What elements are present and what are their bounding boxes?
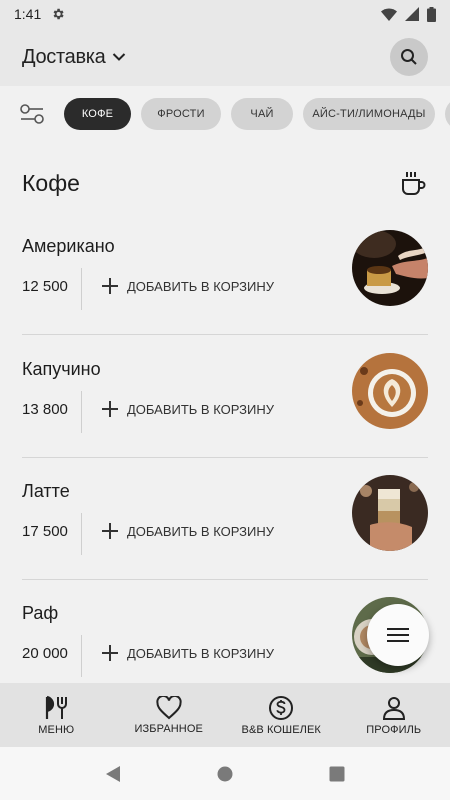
nav-item-menu[interactable]: МЕНЮ [0, 683, 113, 747]
fork-knife-icon [46, 695, 68, 719]
divider [81, 391, 82, 433]
product-image [352, 230, 428, 306]
recents-square-icon[interactable] [329, 766, 345, 782]
nav-item-profile[interactable]: ПРОФИЛЬ [338, 683, 450, 747]
search-button[interactable] [390, 38, 428, 76]
chip-tea[interactable]: ЧАЙ [231, 98, 293, 130]
chevron-down-icon [112, 53, 125, 61]
home-circle-icon[interactable] [217, 766, 233, 782]
product-price: 12 500 [22, 278, 68, 295]
list-divider [22, 334, 428, 335]
back-triangle-icon[interactable] [105, 765, 121, 783]
nav-label: МЕНЮ [38, 723, 75, 736]
product-price: 20 000 [22, 645, 68, 662]
chip-ice-tea-lemonades[interactable]: АЙС-ТИ/ЛИМОНАДЫ [303, 98, 435, 130]
product-image [352, 353, 428, 429]
plus-icon [102, 401, 118, 417]
add-to-cart-label: ДОБАВИТЬ В КОРЗИНУ [127, 645, 274, 661]
add-to-cart-button[interactable]: ДОБАВИТЬ В КОРЗИНУ [102, 645, 274, 661]
plus-icon [102, 523, 118, 539]
add-to-cart-button[interactable]: ДОБАВИТЬ В КОРЗИНУ [102, 401, 274, 417]
plus-icon [102, 278, 118, 294]
add-to-cart-button[interactable]: ДОБАВИТЬ В КОРЗИНУ [102, 523, 274, 539]
chip-coffee[interactable]: КОФЕ [64, 98, 131, 130]
wifi-icon [381, 8, 397, 21]
app-header: Доставка [0, 28, 450, 86]
chip-label: ЧАЙ [250, 108, 274, 120]
chip-partial[interactable] [445, 98, 450, 130]
nav-label: ИЗБРАННОЕ [134, 722, 203, 735]
list-divider [22, 579, 428, 580]
product-item[interactable]: Американо 12 500 ДОБАВИТЬ В КОРЗИНУ [22, 230, 428, 336]
chip-label: АЙС-ТИ/ЛИМОНАДЫ [312, 108, 426, 120]
system-navigation-bar [0, 747, 450, 800]
section-title: Кофе [22, 169, 80, 196]
divider [81, 268, 82, 310]
product-name: Американо [22, 236, 115, 256]
divider [81, 513, 82, 555]
product-item[interactable]: Латте 17 500 ДОБАВИТЬ В КОРЗИНУ [22, 475, 428, 581]
search-icon [401, 49, 417, 65]
delivery-mode-selector[interactable]: Доставка [22, 46, 126, 69]
filter-sliders-icon [20, 104, 44, 124]
chip-label: КОФЕ [81, 108, 114, 120]
settings-gear-icon [53, 8, 64, 20]
product-name: Раф [22, 603, 59, 623]
status-time: 1:41 [14, 6, 42, 22]
chip-frosti[interactable]: ФРОСТИ [141, 98, 221, 130]
person-icon [382, 696, 405, 720]
divider [81, 635, 82, 677]
nav-label: ПРОФИЛЬ [366, 723, 422, 736]
product-name: Капучино [22, 359, 101, 379]
battery-icon [427, 6, 436, 22]
add-to-cart-button[interactable]: ДОБАВИТЬ В КОРЗИНУ [102, 278, 274, 294]
chip-label: ФРОСТИ [157, 108, 205, 120]
list-divider [22, 457, 428, 458]
nav-item-favorites[interactable]: ИЗБРАННОЕ [113, 683, 226, 747]
delivery-mode-label: Доставка [22, 45, 106, 68]
product-item[interactable]: Капучино 13 800 ДОБАВИТЬ В КОРЗИНУ [22, 353, 428, 459]
add-to-cart-label: ДОБАВИТЬ В КОРЗИНУ [127, 278, 274, 294]
product-image [352, 475, 428, 551]
signal-icon [405, 7, 419, 21]
section-header: Кофе [22, 160, 428, 206]
dollar-circle-icon [269, 695, 294, 720]
hamburger-menu-icon [387, 628, 409, 642]
filter-button[interactable] [0, 86, 64, 142]
product-price: 13 800 [22, 401, 68, 418]
coffee-cup-icon [402, 172, 426, 195]
heart-icon [156, 695, 182, 719]
nav-item-wallet[interactable]: B&B КОШЕЛЕК [225, 683, 338, 747]
bottom-navigation: МЕНЮ ИЗБРАННОЕ B&B КОШЕЛЕК ПРОФИЛЬ [0, 683, 450, 747]
product-name: Латте [22, 481, 70, 501]
nav-label: B&B КОШЕЛЕК [241, 723, 321, 736]
plus-icon [102, 645, 118, 661]
add-to-cart-label: ДОБАВИТЬ В КОРЗИНУ [127, 401, 274, 417]
product-price: 17 500 [22, 523, 68, 540]
menu-fab-button[interactable] [367, 604, 429, 666]
category-chips-row: КОФЕ ФРОСТИ ЧАЙ АЙС-ТИ/ЛИМОНАДЫ [0, 86, 450, 142]
add-to-cart-label: ДОБАВИТЬ В КОРЗИНУ [127, 523, 274, 539]
status-bar: 1:41 [0, 0, 450, 28]
